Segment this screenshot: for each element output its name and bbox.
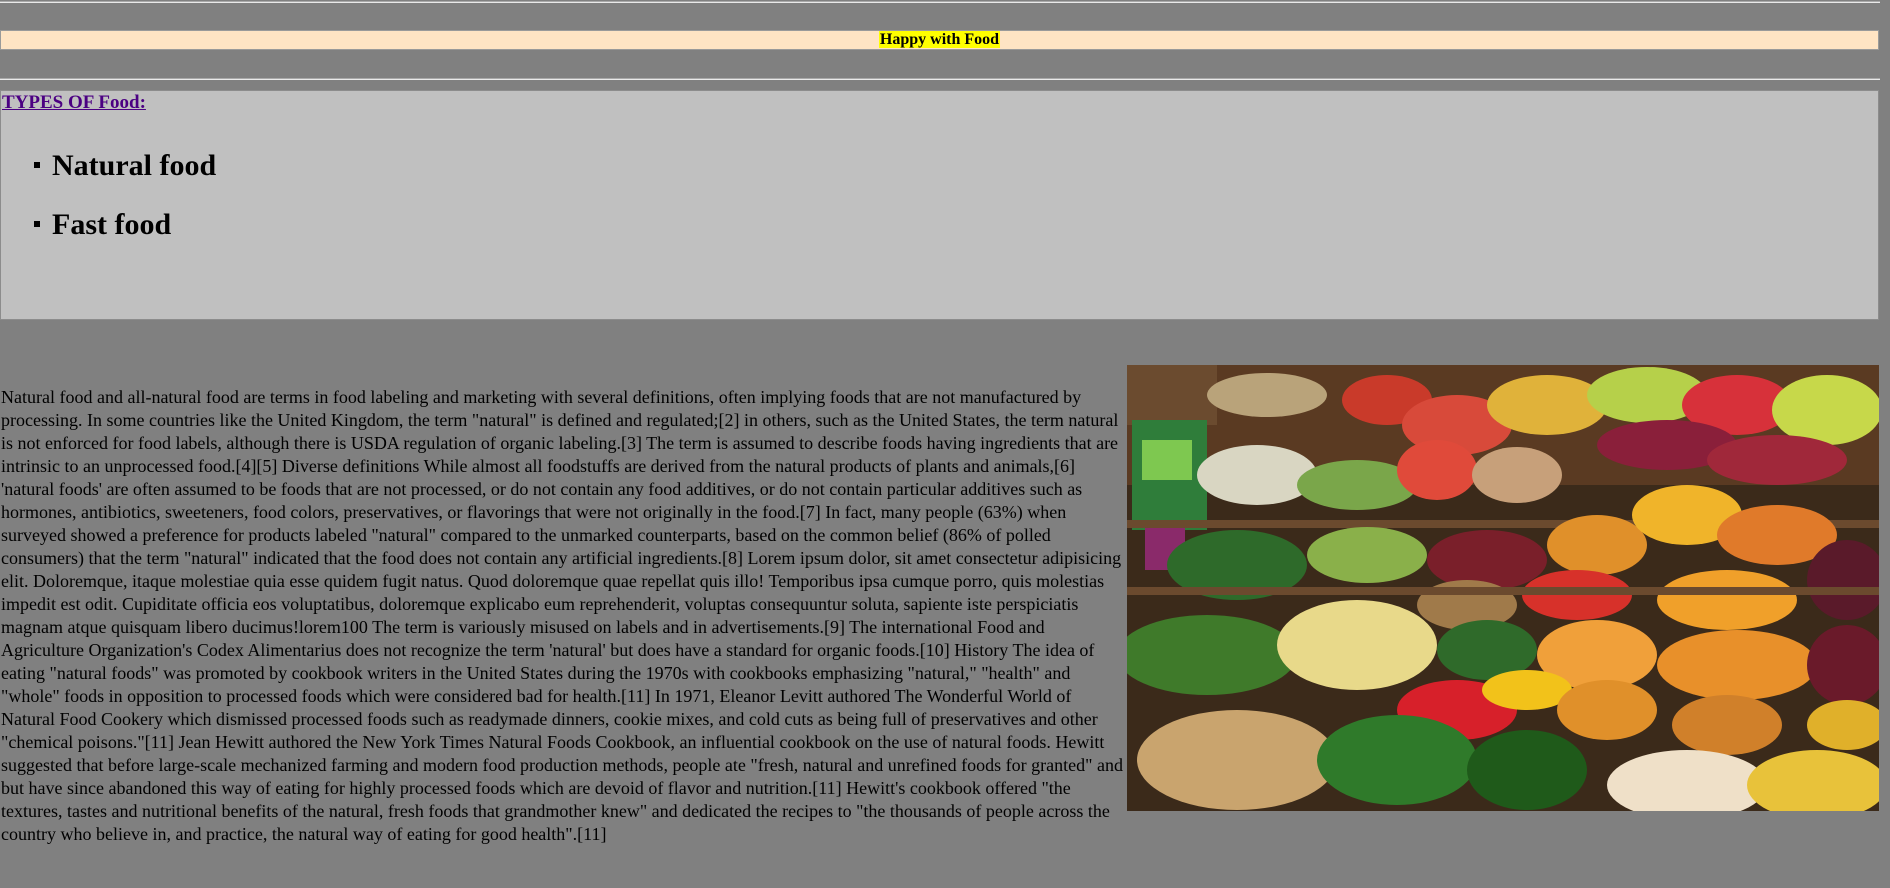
header-banner: Happy with Food xyxy=(0,30,1879,50)
top-divider xyxy=(0,1,1880,3)
page: Happy with Food TYPES OF Food: Natural f… xyxy=(0,0,1890,888)
page-title: Happy with Food xyxy=(878,31,1001,48)
image-float-spacer xyxy=(1125,386,1881,814)
square-bullet-icon xyxy=(34,162,40,168)
list-item-label: Fast food xyxy=(52,208,172,241)
square-bullet-icon xyxy=(34,221,40,227)
article-text: Natural food and all-natural food are te… xyxy=(1,386,1881,846)
list-item-label: Natural food xyxy=(52,149,217,182)
food-types-section: TYPES OF Food: Natural food Fast food xyxy=(0,90,1879,320)
section-divider xyxy=(0,78,1880,80)
article-body: Natural food and all-natural food are te… xyxy=(1,387,1123,844)
food-types-heading-link[interactable]: TYPES OF Food: xyxy=(2,92,146,114)
